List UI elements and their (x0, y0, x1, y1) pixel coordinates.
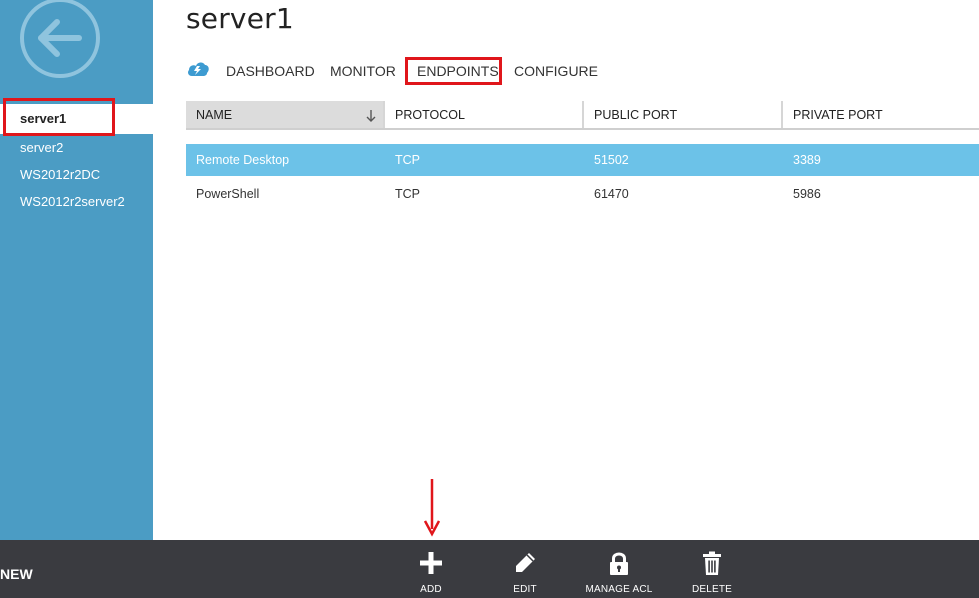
back-arrow-icon[interactable] (19, 0, 101, 82)
sidebar-item-label: WS2012r2server2 (20, 194, 125, 209)
page-title: server1 (186, 2, 294, 35)
table-header: NAME PROTOCOL PUBLIC PORT PRIVATE PORT (186, 101, 979, 130)
cell-protocol: TCP (395, 153, 420, 167)
sidebar-item-label: server1 (20, 111, 67, 126)
endpoints-table: NAME PROTOCOL PUBLIC PORT PRIVATE PORT R… (186, 101, 979, 201)
lock-icon (610, 552, 628, 575)
column-header-name[interactable]: NAME (186, 101, 383, 130)
delete-button[interactable]: DELETE (672, 550, 752, 596)
manage-acl-button[interactable]: MANAGE ACL (579, 550, 659, 596)
cell-private-port: 3389 (793, 153, 821, 167)
tab-dashboard[interactable]: DASHBOARD (226, 62, 315, 80)
pencil-icon (516, 553, 535, 572)
tab-configure[interactable]: CONFIGURE (514, 62, 598, 80)
sidebar-item-label: server2 (20, 140, 64, 155)
column-header-label: NAME (196, 108, 233, 122)
add-button[interactable]: ADD (391, 550, 471, 596)
tab-monitor[interactable]: MONITOR (330, 62, 396, 80)
edit-label: EDIT (513, 584, 537, 595)
app-window: server1 server2 WS2012r2DC WS2012r2serve… (0, 0, 979, 598)
sidebar: server1 server2 WS2012r2DC WS2012r2serve… (0, 0, 153, 540)
sidebar-item-server2[interactable]: server2 (0, 134, 153, 161)
tab-endpoints[interactable]: ENDPOINTS (417, 62, 499, 80)
edit-button[interactable]: EDIT (485, 550, 565, 596)
main-content: server1 DASHBOARD MONITOR ENDPOINTS CONF… (153, 0, 979, 540)
delete-label: DELETE (691, 584, 733, 595)
column-header-protocol[interactable]: PROTOCOL (385, 101, 582, 130)
cell-protocol: TCP (395, 187, 420, 201)
sidebar-item-label: WS2012r2DC (20, 167, 101, 182)
header-underline (186, 128, 979, 130)
command-bar: NEW ADD EDIT MANAGE ACL DELETE (0, 540, 979, 598)
manage-acl-label: MANAGE ACL (585, 584, 653, 595)
column-header-private-port[interactable]: PRIVATE PORT (783, 101, 979, 130)
sidebar-item-ws2012r2server2[interactable]: WS2012r2server2 (0, 188, 153, 215)
add-label: ADD (420, 584, 442, 595)
new-button[interactable]: NEW (0, 540, 43, 598)
cell-name: PowerShell (196, 187, 260, 201)
cell-private-port: 5986 (793, 187, 821, 201)
plus-icon (420, 552, 442, 574)
back-area (0, 0, 153, 104)
sort-descending-icon (366, 110, 376, 122)
cell-public-port: 51502 (594, 153, 629, 167)
cloud-service-icon (188, 62, 209, 76)
column-header-public-port[interactable]: PUBLIC PORT (584, 101, 781, 130)
sidebar-item-ws2012r2dc[interactable]: WS2012r2DC (0, 161, 153, 188)
sidebar-item-server1[interactable]: server1 (0, 104, 153, 134)
cell-name: Remote Desktop (196, 153, 290, 167)
table-row[interactable]: PowerShell TCP 61470 5986 (186, 178, 979, 210)
trash-icon (703, 551, 721, 575)
cell-public-port: 61470 (594, 187, 629, 201)
table-row[interactable]: Remote Desktop TCP 51502 3389 (186, 144, 979, 176)
